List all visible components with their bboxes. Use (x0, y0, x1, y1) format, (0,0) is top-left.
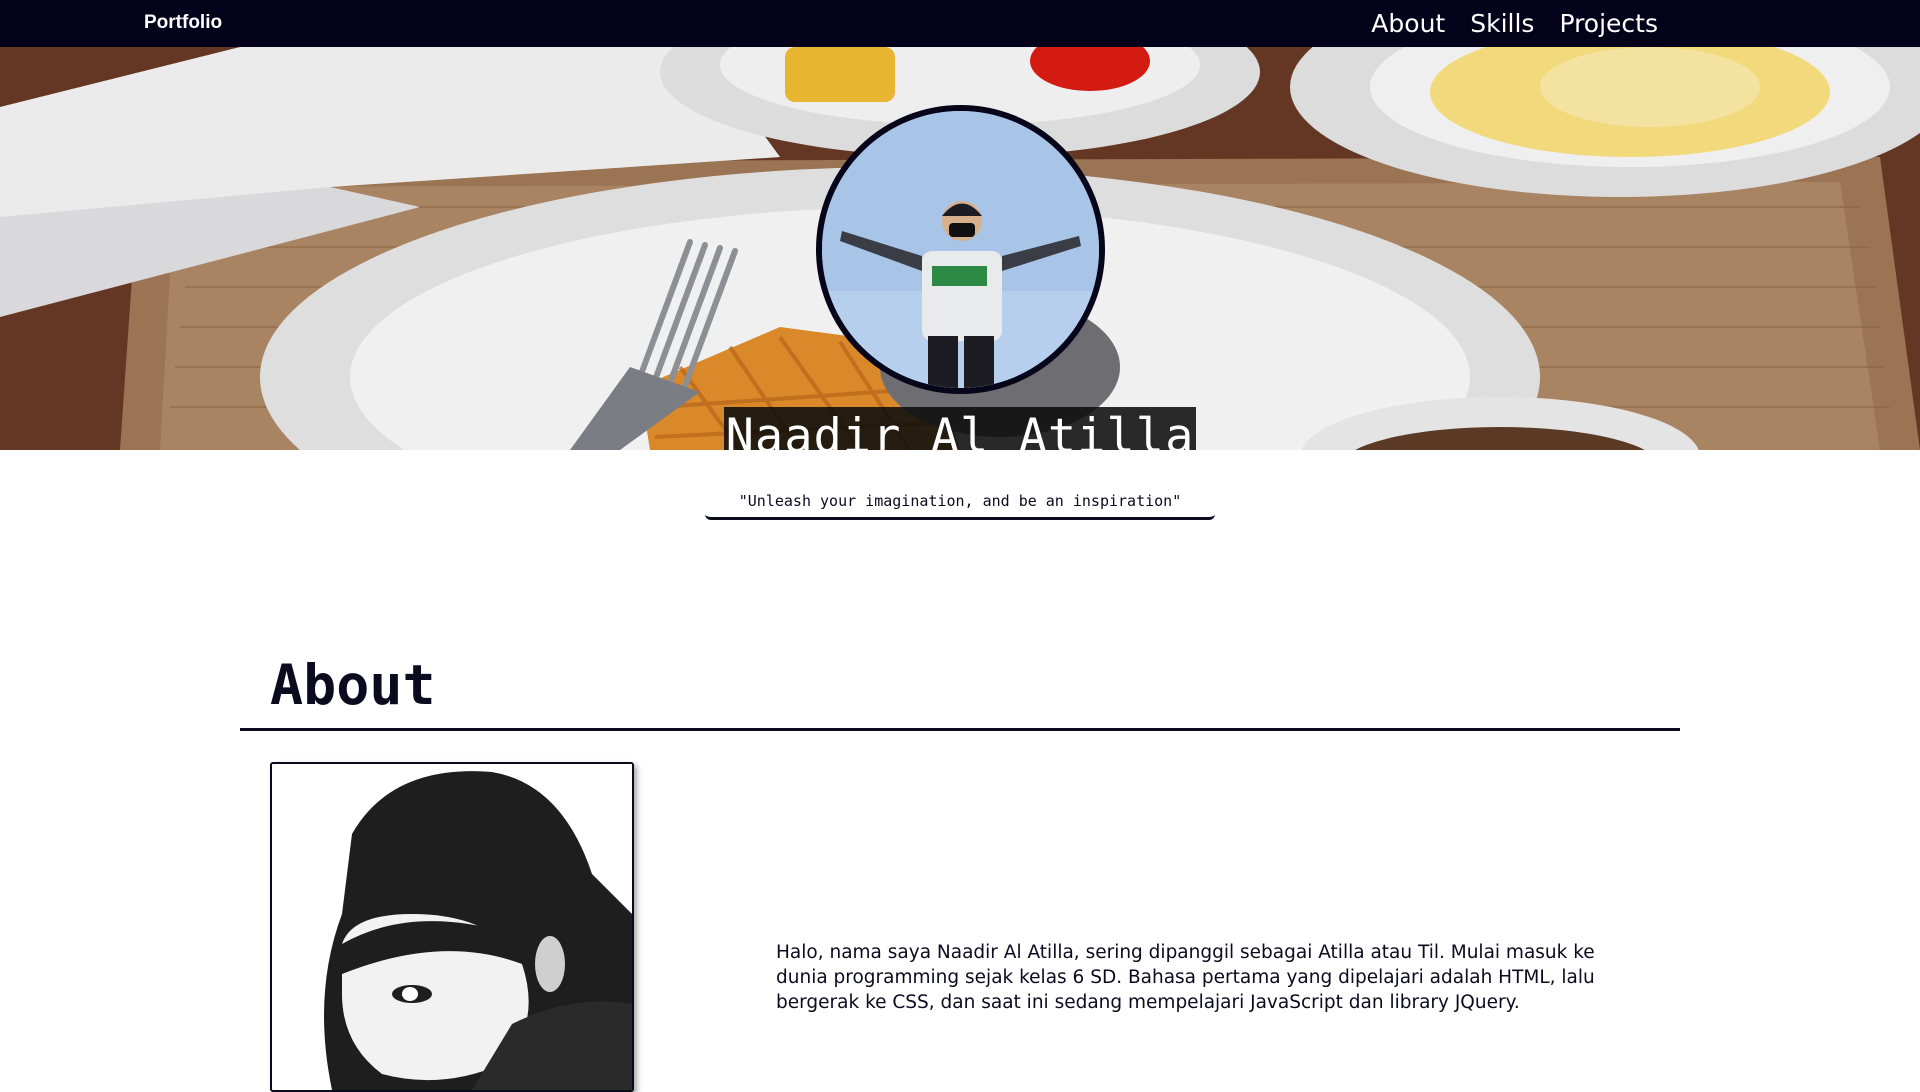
brand-link[interactable]: Portfolio (144, 12, 222, 34)
portrait-image (272, 764, 632, 1090)
about-divider (240, 728, 1680, 731)
quote-container: "Unleash your imagination, and be an ins… (705, 486, 1215, 520)
quote-text: "Unleash your imagination, and be an ins… (738, 492, 1182, 510)
navbar: Portfolio About Skills Projects (0, 0, 1920, 47)
profile-avatar (816, 105, 1105, 394)
nav-link-projects[interactable]: Projects (1559, 8, 1658, 40)
hero-name: Naadir Al Atilla (724, 407, 1196, 450)
profile-photo (822, 111, 1099, 388)
hero-section: Naadir Al Atilla (0, 47, 1920, 450)
about-photo (270, 762, 634, 1092)
nav-link-skills[interactable]: Skills (1470, 8, 1534, 40)
about-paragraph: Halo, nama saya Naadir Al Atilla, sering… (776, 942, 1595, 1013)
nav-links: About Skills Projects (1371, 8, 1658, 40)
nav-link-about[interactable]: About (1371, 8, 1445, 40)
about-title: About (270, 653, 436, 717)
